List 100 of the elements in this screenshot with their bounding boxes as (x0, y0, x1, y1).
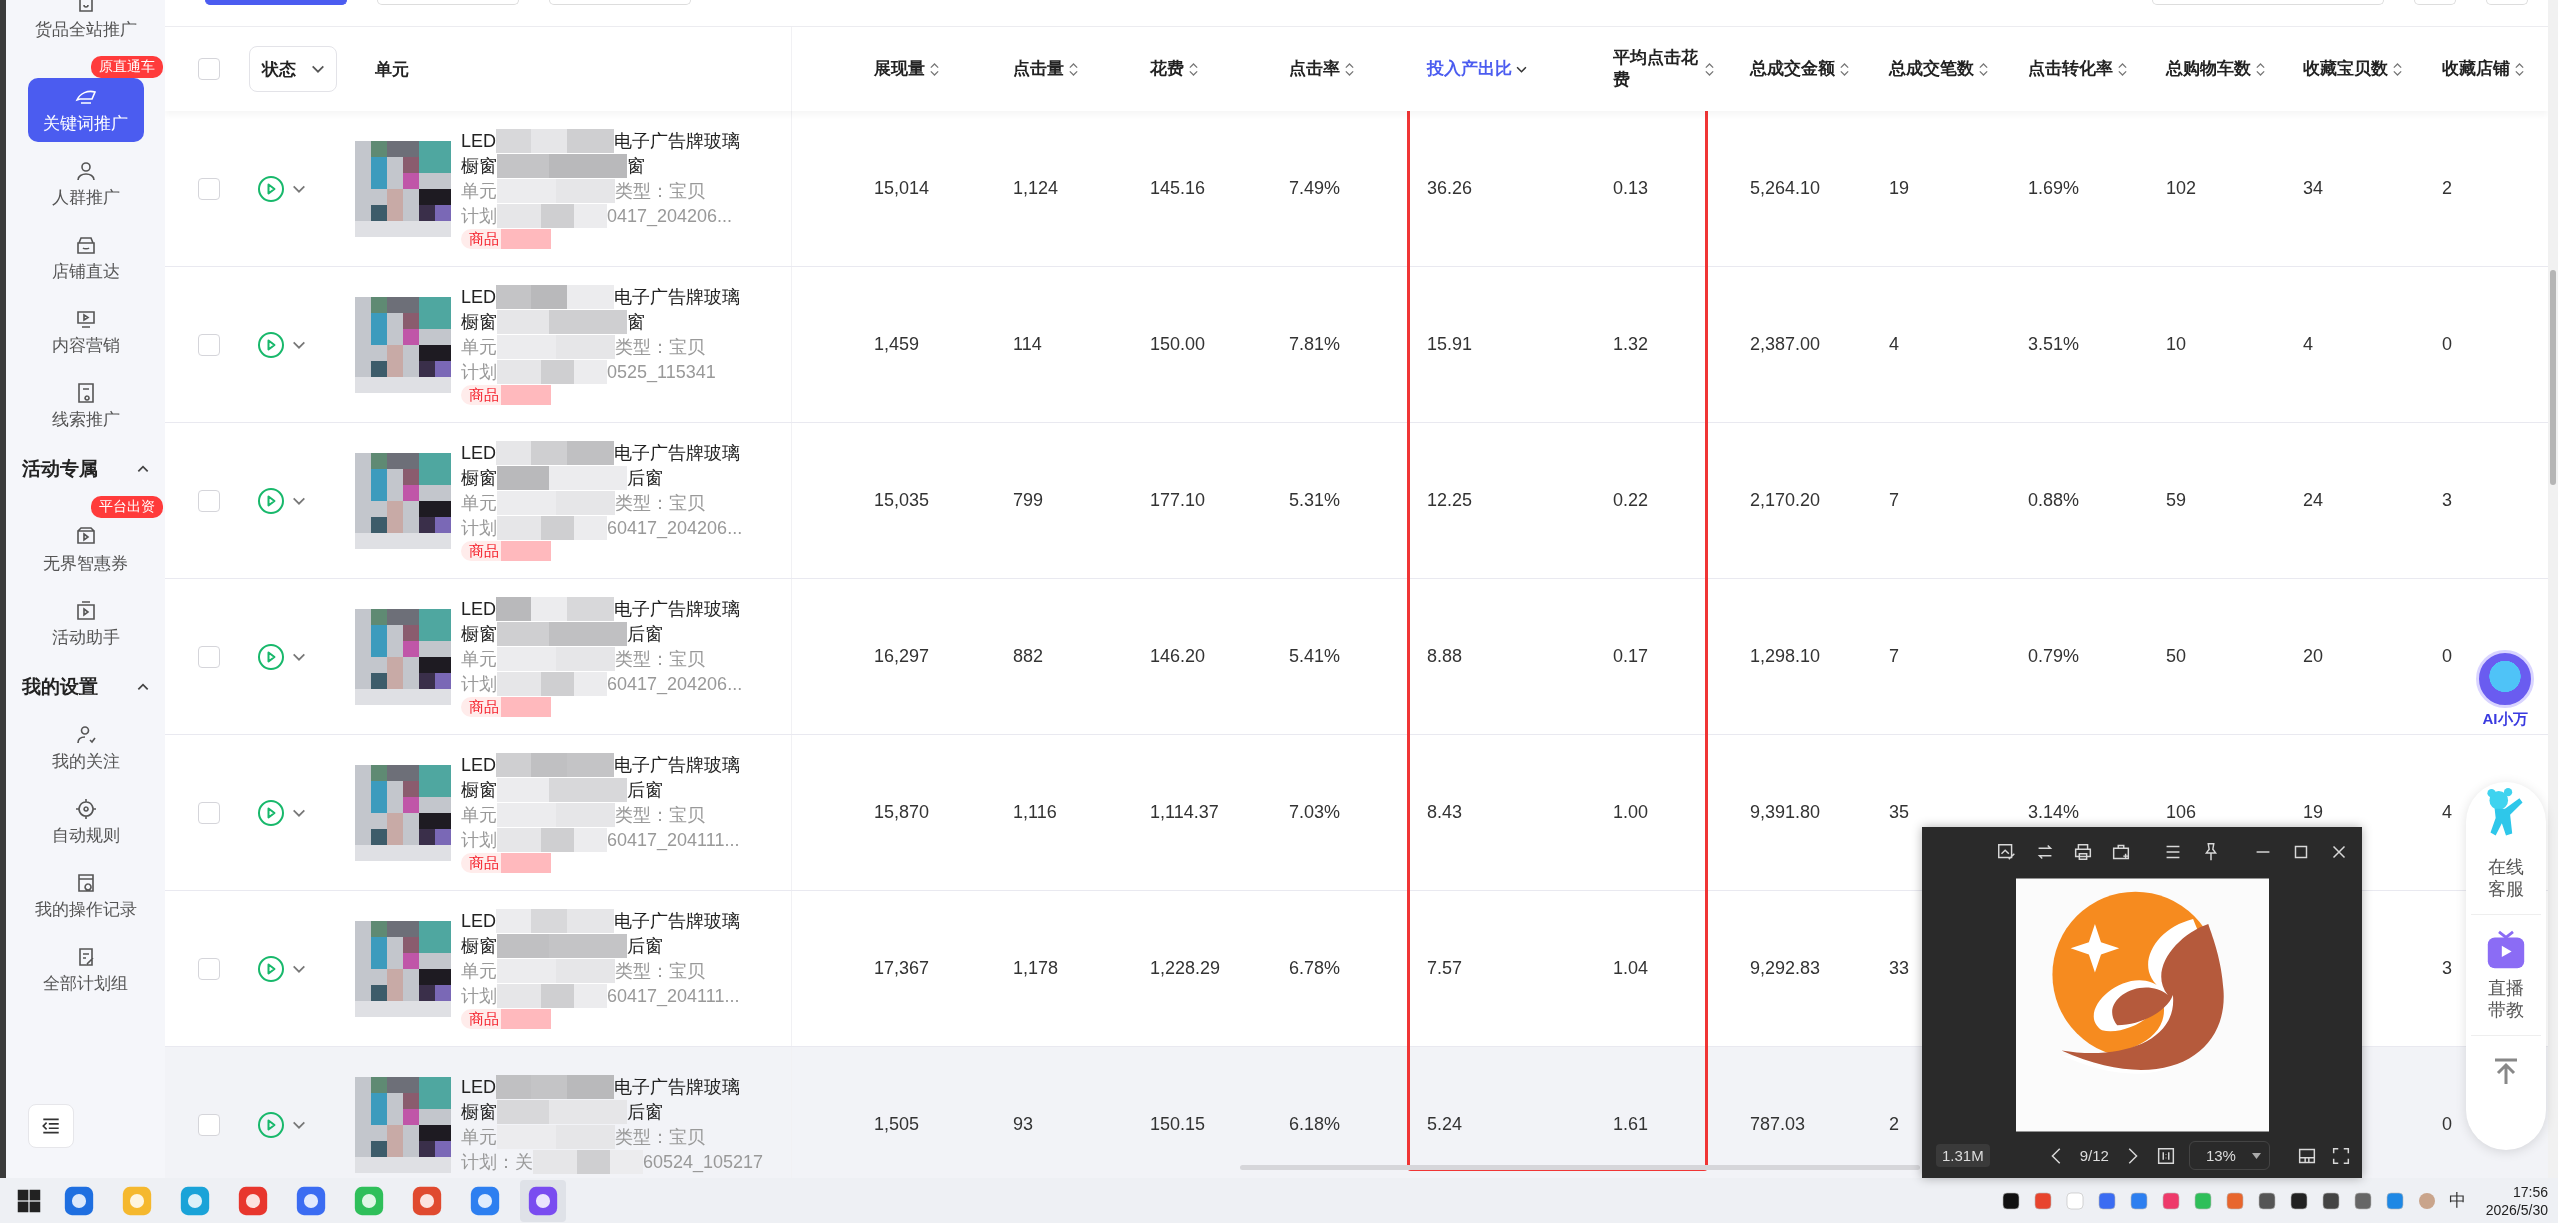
taskbar-app[interactable] (520, 1179, 566, 1222)
image-edit-icon[interactable] (1996, 841, 2018, 863)
column-header[interactable]: 点击量 (1013, 57, 1079, 81)
sort-icon (1344, 61, 1355, 77)
table-row[interactable]: LED 电子广告牌玻璃 橱窗 窗 单元 类型：宝贝 计划 0525_115341 商品 1,459 114 150.00 7.81% 15.91 1.32 2,387.00 4 3.51% 10 4 0 (165, 267, 2548, 423)
table-cell: 4 (2303, 334, 2313, 355)
tray-icon[interactable] (2320, 1190, 2341, 1211)
checkbox[interactable] (198, 58, 220, 80)
assistant-avatar[interactable] (2476, 650, 2534, 708)
table-cell: 102 (2166, 178, 2197, 199)
unit-label: 单元 (461, 803, 497, 827)
status-dropdown[interactable]: 状态 (249, 46, 337, 92)
table-cell: 1,178 (1013, 958, 1059, 979)
unit-name: LED (461, 129, 496, 153)
sort-icon (929, 61, 940, 77)
column-header[interactable]: 平均点击花费 (1613, 46, 1715, 92)
sidebar-item[interactable]: 我的操作记录 (27, 864, 144, 928)
checkbox[interactable] (198, 645, 220, 668)
play-icon[interactable] (257, 1110, 285, 1139)
sidebar-item[interactable]: 全部计划组 (27, 938, 144, 1002)
table-cell: 24 (2303, 490, 2324, 511)
checkbox[interactable] (198, 1113, 220, 1136)
sort-icon (1703, 61, 1715, 77)
table-cell: 8.88 (1427, 646, 1463, 667)
sort-icon (1068, 61, 1079, 77)
clock[interactable]: 17:56 2026/5/30 (2485, 1182, 2548, 1219)
tv-icon[interactable] (2485, 929, 2527, 971)
checkbox[interactable] (198, 489, 220, 512)
column-header[interactable]: 收藏店铺 (2442, 57, 2525, 81)
avatar-icon[interactable] (2416, 1190, 2437, 1211)
live-tutorial-link[interactable]: 直播带教 (2488, 977, 2524, 1021)
sidebar-item[interactable]: 线索推广 (27, 374, 144, 438)
column-header[interactable]: 总购物车数 (2166, 57, 2266, 81)
table-cell: 3.14% (2028, 802, 2080, 823)
column-header[interactable]: 收藏宝贝数 (2303, 57, 2403, 81)
play-icon[interactable] (257, 798, 285, 827)
table-cell: 2,387.00 (1750, 334, 1821, 355)
sidebar-item[interactable]: 人群推广 (27, 152, 144, 216)
sort-icon (2255, 61, 2266, 77)
play-icon[interactable] (257, 486, 285, 515)
checkbox[interactable] (198, 333, 220, 356)
sidebar-item[interactable]: 内容营销 (27, 300, 144, 364)
table-cell: 7.49% (1289, 178, 1341, 199)
play-icon[interactable] (257, 954, 285, 983)
collapse-button[interactable] (28, 1104, 74, 1148)
checkbox[interactable] (198, 177, 220, 200)
column-header[interactable]: 展现量 (874, 57, 940, 81)
caret-icon (2251, 1152, 2261, 1159)
table-cell: 19 (1889, 178, 1910, 199)
checkbox[interactable] (198, 957, 220, 980)
zoom-dropdown[interactable]: 13% (2188, 1141, 2270, 1170)
print-icon[interactable] (2072, 841, 2094, 863)
table-cell: 17,367 (874, 958, 930, 979)
column-header[interactable]: 投入产出比 (1427, 57, 1527, 81)
input-method-indicator[interactable]: 中 (2448, 1189, 2466, 1212)
checkbox[interactable] (198, 801, 220, 824)
unit-name: LED (461, 1075, 496, 1099)
sidebar-item[interactable]: 无界智惠券 (27, 518, 144, 582)
table-cell: 4 (2442, 802, 2452, 823)
play-icon[interactable] (257, 330, 285, 359)
unit-label: 单元 (461, 647, 497, 671)
table-cell: 3.51% (2028, 334, 2080, 355)
table-cell: 3 (2442, 490, 2452, 511)
sidebar-item[interactable]: 我的关注 (27, 716, 144, 780)
table-cell: 7.57 (1427, 958, 1463, 979)
play-icon[interactable] (257, 642, 285, 671)
section-header[interactable]: 活动专属 (21, 456, 150, 482)
unit-name: 电子广告牌玻璃 (614, 1075, 740, 1099)
table-cell: 1.00 (1613, 802, 1649, 823)
plan-label: 计划：关 (461, 1150, 533, 1174)
table-row[interactable]: LED 电子广告牌玻璃 橱窗 后窗 单元 类型：宝贝 计划 60417_204206... 商品 15,035 799 177.10 5.31% 12.25 0.22 2,170.20 7 0.88% 59 24 3 (165, 423, 2548, 579)
column-header[interactable]: 点击率 (1289, 57, 1355, 81)
column-header[interactable]: 花费 (1150, 57, 1199, 81)
page-counter: 9/12 (2079, 1147, 2109, 1164)
sidebar-item[interactable]: 店铺直达 (27, 226, 144, 290)
unit-name: 橱窗 (461, 778, 497, 802)
promo-tag: 原直通车 (91, 56, 163, 78)
table-cell: 0.79% (2028, 646, 2080, 667)
column-header[interactable]: 总成交金额 (1750, 57, 1850, 81)
unit-name: 橱窗 (461, 310, 497, 334)
table-cell: 15,014 (874, 178, 930, 199)
column-header[interactable]: 总成交笔数 (1889, 57, 1989, 81)
column-header[interactable]: 点击转化率 (2028, 57, 2128, 81)
tray-icon[interactable] (2256, 1190, 2277, 1211)
sidebar-item[interactable]: 关键词推广 (27, 78, 144, 142)
table-cell: 1.69% (2028, 178, 2080, 199)
play-icon[interactable] (257, 174, 285, 203)
table-cell: 34 (2303, 178, 2324, 199)
section-header[interactable]: 我的设置 (21, 674, 150, 700)
table-cell: 6.78% (1289, 958, 1341, 979)
sidebar-item[interactable]: 活动助手 (27, 592, 144, 656)
unit-name: 电子广告牌玻璃 (614, 441, 740, 465)
scrollbar-thumb[interactable] (2550, 270, 2556, 485)
unit-name: 橱窗 (461, 466, 497, 490)
sidebar-item[interactable]: 自动规则 (27, 790, 144, 854)
tray-icon[interactable] (2000, 1190, 2021, 1211)
table-row[interactable]: LED 电子广告牌玻璃 橱窗 窗 单元 类型：宝贝 计划 0417_204206... 商品 15,014 1,124 145.16 7.49% 36.26 0.13 5,264.10 19 1.69% 102 34 2 (165, 111, 2548, 267)
unit-name: 电子广告牌玻璃 (614, 909, 740, 933)
tray-icon[interactable] (2288, 1190, 2309, 1211)
sidebar-item[interactable]: 货品全站推广 (27, 0, 144, 48)
